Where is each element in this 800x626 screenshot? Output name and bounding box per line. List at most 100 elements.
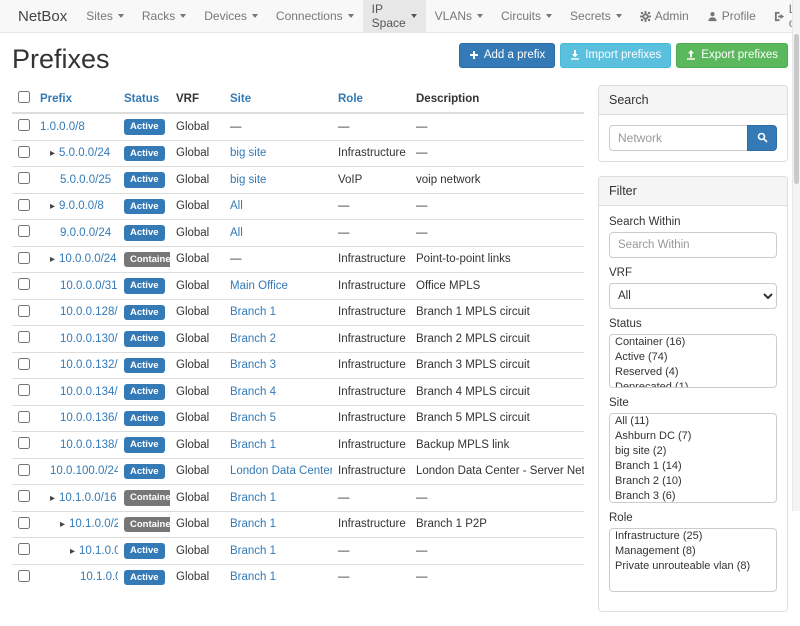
site-link[interactable]: big site xyxy=(230,147,266,159)
prefix-link[interactable]: 10.0.0.134/31 xyxy=(60,386,118,398)
listbox-option[interactable]: Reserved (4) xyxy=(610,365,776,380)
prefix-cell: 10.0.0.138/31 xyxy=(34,432,118,459)
status-badge: Active xyxy=(124,225,165,241)
prefix-link[interactable]: 9.0.0.0/8 xyxy=(59,200,104,212)
nav-item-connections[interactable]: Connections xyxy=(267,0,363,32)
scrollbar-thumb[interactable] xyxy=(794,34,799,184)
row-checkbox[interactable] xyxy=(18,331,30,343)
row-checkbox[interactable] xyxy=(18,517,30,529)
site-link[interactable]: Branch 1 xyxy=(230,306,276,318)
prefix-link[interactable]: 5.0.0.0/25 xyxy=(60,174,111,186)
row-checkbox[interactable] xyxy=(18,146,30,158)
prefix-link[interactable]: 10.0.0.138/31 xyxy=(60,439,118,451)
row-checkbox[interactable] xyxy=(18,437,30,449)
row-checkbox[interactable] xyxy=(18,411,30,423)
column-sort-link[interactable]: Prefix xyxy=(40,93,72,105)
site-link[interactable]: Branch 1 xyxy=(230,518,276,530)
prefix-link[interactable]: 10.1.0.0/16 xyxy=(59,492,117,504)
site-link[interactable]: Main Office xyxy=(230,280,288,292)
prefix-link[interactable]: 10.0.0.0/31 xyxy=(60,280,118,292)
nav-item-admin[interactable]: Admin xyxy=(631,0,698,32)
row-checkbox[interactable] xyxy=(18,305,30,317)
row-checkbox[interactable] xyxy=(18,199,30,211)
row-select-cell xyxy=(12,405,34,432)
row-checkbox[interactable] xyxy=(18,464,30,476)
row-checkbox[interactable] xyxy=(18,490,30,502)
listbox-option[interactable]: big site (2) xyxy=(610,444,776,459)
select-all-checkbox[interactable] xyxy=(18,91,30,103)
nav-item-circuits[interactable]: Circuits xyxy=(492,0,561,32)
column-sort-link[interactable]: Status xyxy=(124,93,159,105)
add-a-prefix-button[interactable]: Add a prefix xyxy=(459,43,555,68)
row-checkbox[interactable] xyxy=(18,384,30,396)
listbox-option[interactable]: Management (8) xyxy=(610,544,776,559)
row-checkbox[interactable] xyxy=(18,172,30,184)
column-sort-link[interactable]: Role xyxy=(338,93,363,105)
app-brand[interactable]: NetBox xyxy=(8,0,77,32)
nav-item-devices[interactable]: Devices xyxy=(195,0,267,32)
nav-item-profile[interactable]: Profile xyxy=(698,0,765,32)
nav-item-vlans[interactable]: VLANs xyxy=(426,0,492,32)
filter-listbox-role[interactable]: Infrastructure (25)Management (8)Private… xyxy=(609,528,777,592)
column-sort-link[interactable]: Site xyxy=(230,93,251,105)
site-link[interactable]: Branch 4 xyxy=(230,386,276,398)
row-checkbox[interactable] xyxy=(18,278,30,290)
listbox-option[interactable]: Deprecated (1) xyxy=(610,380,776,388)
prefix-link[interactable]: 10.0.0.130/31 xyxy=(60,333,118,345)
import-prefixes-button[interactable]: Import prefixes xyxy=(560,43,671,68)
export-prefixes-button[interactable]: Export prefixes xyxy=(676,43,788,68)
site-link[interactable]: big site xyxy=(230,174,266,186)
listbox-option[interactable]: Ashburn DC (7) xyxy=(610,429,776,444)
site-link[interactable]: Branch 2 xyxy=(230,333,276,345)
row-checkbox[interactable] xyxy=(18,119,30,131)
nav-item-secrets[interactable]: Secrets xyxy=(561,0,631,32)
search-input[interactable] xyxy=(609,125,747,151)
site-link[interactable]: Branch 1 xyxy=(230,439,276,451)
listbox-option[interactable]: Private unrouteable vlan (8) xyxy=(610,559,776,574)
page-scrollbar[interactable] xyxy=(792,0,800,511)
filter-select-vrf[interactable]: All xyxy=(609,283,777,309)
row-checkbox[interactable] xyxy=(18,543,30,555)
site-link[interactable]: Branch 1 xyxy=(230,492,276,504)
site-link[interactable]: All xyxy=(230,227,243,239)
filter-input-search-within[interactable] xyxy=(609,232,777,258)
prefix-link[interactable]: 10.0.0.132/31 xyxy=(60,359,118,371)
row-checkbox[interactable] xyxy=(18,570,30,582)
prefix-link[interactable]: 10.1.0.0/26 xyxy=(80,571,118,583)
prefix-link[interactable]: 9.0.0.0/24 xyxy=(60,227,111,239)
prefix-link[interactable]: 1.0.0.0/8 xyxy=(40,121,85,133)
site-link[interactable]: Branch 1 xyxy=(230,571,276,583)
prefix-link[interactable]: 10.0.100.0/24 xyxy=(50,465,118,477)
row-checkbox[interactable] xyxy=(18,252,30,264)
prefix-link[interactable]: 10.0.0.136/31 xyxy=(60,412,118,424)
listbox-option[interactable]: Infrastructure (25) xyxy=(610,529,776,544)
search-button[interactable] xyxy=(747,125,777,151)
row-checkbox[interactable] xyxy=(18,358,30,370)
listbox-option[interactable]: All (11) xyxy=(610,414,776,429)
site-link[interactable]: Branch 3 xyxy=(230,359,276,371)
site-cell: London Data Center xyxy=(224,458,332,485)
role-cell: Infrastructure xyxy=(332,246,410,273)
row-checkbox[interactable] xyxy=(18,225,30,237)
prefix-link[interactable]: 10.0.0.0/24 xyxy=(59,253,117,265)
listbox-option[interactable]: Active (74) xyxy=(610,350,776,365)
prefix-link[interactable]: 10.1.0.0/24 xyxy=(69,518,118,530)
filter-listbox-status[interactable]: Container (16)Active (74)Reserved (4)Dep… xyxy=(609,334,777,388)
nav-item-sites[interactable]: Sites xyxy=(77,0,133,32)
nav-item-ip-space[interactable]: IP Space xyxy=(363,0,426,32)
listbox-option[interactable]: Branch 3 (6) xyxy=(610,489,776,503)
site-link[interactable]: London Data Center xyxy=(230,465,332,477)
listbox-option[interactable]: Branch 2 (10) xyxy=(610,474,776,489)
filter-listbox-site[interactable]: All (11)Ashburn DC (7)big site (2)Branch… xyxy=(609,413,777,503)
column-header-role: Role xyxy=(332,85,410,113)
prefix-link[interactable]: 5.0.0.0/24 xyxy=(59,147,110,159)
site-link[interactable]: Branch 5 xyxy=(230,412,276,424)
site-link[interactable]: Branch 1 xyxy=(230,545,276,557)
listbox-option[interactable]: Branch 1 (14) xyxy=(610,459,776,474)
nav-item-racks[interactable]: Racks xyxy=(133,0,195,32)
listbox-option[interactable]: Container (16) xyxy=(610,335,776,350)
status-badge: Active xyxy=(124,464,165,480)
prefix-link[interactable]: 10.1.0.0/25 xyxy=(79,545,118,557)
prefix-link[interactable]: 10.0.0.128/31 xyxy=(60,306,118,318)
site-link[interactable]: All xyxy=(230,200,243,212)
